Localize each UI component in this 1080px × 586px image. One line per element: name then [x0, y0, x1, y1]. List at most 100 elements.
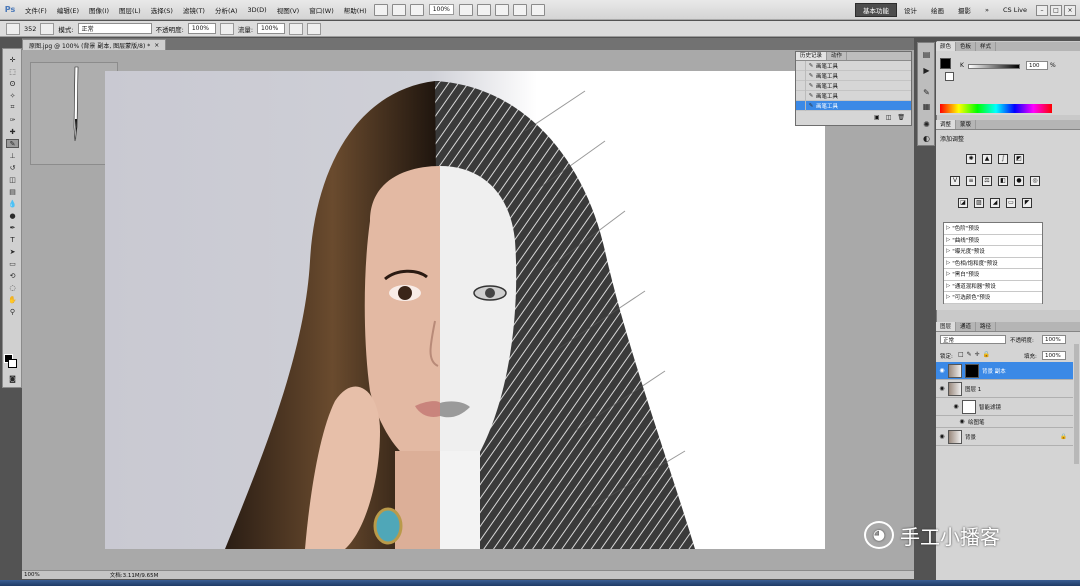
menu-filter[interactable]: 滤镜(T): [178, 5, 210, 15]
levels-icon[interactable]: ▲: [982, 154, 992, 164]
preset-item[interactable]: ▷ "曲线"预设: [944, 235, 1042, 246]
selective-color-icon[interactable]: ◤: [1022, 198, 1032, 208]
menu-select[interactable]: 选择(S): [146, 5, 178, 15]
menu-window[interactable]: 窗口(W): [304, 5, 339, 15]
eye-icon[interactable]: ◉: [956, 418, 968, 425]
invert-icon[interactable]: ◪: [958, 198, 968, 208]
blend-mode-select[interactable]: 正常: [940, 335, 1006, 344]
dodge-tool-icon[interactable]: ●: [6, 211, 19, 220]
preset-item[interactable]: ▷ "可选颜色"预设: [944, 292, 1042, 304]
history-brush-tool-icon[interactable]: ↺: [6, 163, 19, 172]
new-document-from-state-icon[interactable]: ▣: [874, 114, 880, 121]
cs-live-button[interactable]: CS Live: [996, 6, 1034, 14]
color-background-swatch[interactable]: [945, 72, 954, 81]
eye-icon[interactable]: ◉: [936, 385, 948, 392]
history-item-selected[interactable]: ✎ 画笔工具: [796, 100, 911, 111]
k-value-input[interactable]: 100: [1026, 61, 1048, 70]
airbrush-icon[interactable]: [289, 22, 304, 35]
brush-presets-dock-icon[interactable]: ▦: [921, 101, 932, 112]
zoom-select[interactable]: 100%: [428, 4, 454, 15]
vibrance-icon[interactable]: V: [950, 176, 960, 186]
history-item[interactable]: ✎ 画笔工具: [796, 60, 911, 71]
restore-icon[interactable]: □: [1050, 4, 1062, 16]
rotate-view-icon[interactable]: [494, 3, 509, 16]
workspace-photography[interactable]: 摄影: [951, 5, 978, 15]
3d-rotate-tool-icon[interactable]: ⟲: [6, 271, 19, 280]
layer-row-smart-filters[interactable]: ◉ 智能滤镜: [936, 398, 1073, 416]
tab-adjustments[interactable]: 调整: [936, 120, 957, 129]
lasso-tool-icon[interactable]: ʘ: [6, 79, 19, 88]
history-item[interactable]: ✎ 画笔工具: [796, 90, 911, 101]
brush-panel-toggle-icon[interactable]: [40, 22, 55, 35]
brush-dock-icon[interactable]: ✎: [921, 87, 932, 98]
move-tool-icon[interactable]: ✛: [6, 55, 19, 64]
layers-opacity-input[interactable]: 100%: [1042, 335, 1066, 344]
document-tab[interactable]: 原图.jpg @ 100% (背景 副本, 图层蒙版/8) * ×: [22, 39, 167, 50]
tab-history[interactable]: 历史记录: [796, 52, 828, 60]
eye-icon[interactable]: ◉: [936, 367, 948, 374]
tab-swatches[interactable]: 色板: [956, 42, 977, 51]
type-tool-icon[interactable]: T: [6, 235, 19, 244]
layer-mask-thumbnail[interactable]: [965, 363, 979, 378]
brightness-contrast-icon[interactable]: ✺: [966, 154, 976, 164]
screen-mode-icon[interactable]: [530, 3, 545, 16]
color-balance-icon[interactable]: ⚖: [982, 176, 992, 186]
preset-item[interactable]: ▷ "曝光度"预设: [944, 246, 1042, 258]
color-spectrum[interactable]: [940, 104, 1052, 113]
eye-icon[interactable]: ◉: [950, 403, 962, 410]
document-canvas-image[interactable]: [105, 71, 825, 549]
tab-paths[interactable]: 路径: [976, 322, 997, 331]
gradient-map-icon[interactable]: ▭: [1006, 198, 1016, 208]
flow-input[interactable]: 100%: [257, 23, 286, 34]
extras-icon[interactable]: [409, 3, 424, 16]
preset-item[interactable]: ▷ "色阶"预设: [944, 223, 1042, 235]
zoom-tool-icon[interactable]: ⚲: [6, 307, 19, 316]
menu-help[interactable]: 帮助(H): [339, 5, 372, 15]
mode-select[interactable]: 正常: [77, 23, 152, 34]
arrange-documents-icon[interactable]: [512, 3, 527, 16]
background-color-swatch[interactable]: [8, 359, 17, 368]
hue-saturation-icon[interactable]: ≡: [966, 176, 976, 186]
quick-select-tool-icon[interactable]: ✧: [6, 91, 19, 100]
layer-row-filter[interactable]: ◉ 绘图笔: [936, 416, 1073, 428]
gradient-tool-icon[interactable]: ▤: [6, 187, 19, 196]
brush-tool-icon[interactable]: ✎: [6, 139, 19, 148]
blur-tool-icon[interactable]: 💧: [6, 199, 19, 208]
adjustment-dock-icon[interactable]: ✺: [921, 119, 932, 130]
brush-tool-preset-icon[interactable]: [6, 22, 20, 35]
threshold-icon[interactable]: ◢: [990, 198, 1000, 208]
delete-state-icon[interactable]: 🗑: [897, 114, 905, 121]
tab-actions[interactable]: 动作: [827, 52, 848, 60]
workspace-essentials[interactable]: 基本功能: [855, 3, 897, 17]
preset-item[interactable]: ▷ "色相/饱和度"预设: [944, 258, 1042, 269]
layer-row[interactable]: ◉ 背景 🔒: [936, 428, 1073, 446]
tab-color[interactable]: 颜色: [936, 42, 957, 51]
tab-styles[interactable]: 样式: [976, 42, 997, 51]
path-selection-tool-icon[interactable]: ➤: [6, 247, 19, 256]
menu-file[interactable]: 文件(F): [20, 5, 52, 15]
menu-image[interactable]: 图像(I): [84, 5, 114, 15]
pressure-size-icon[interactable]: [307, 22, 322, 35]
document-tab-close-icon[interactable]: ×: [154, 42, 159, 49]
eye-icon[interactable]: ◉: [936, 433, 948, 440]
marquee-tool-icon[interactable]: ⬚: [6, 67, 19, 76]
black-white-icon[interactable]: ◧: [998, 176, 1008, 186]
history-item[interactable]: ✎ 画笔工具: [796, 70, 911, 81]
preset-item[interactable]: ▷ "黑白"预设: [944, 269, 1042, 281]
layers-scrollbar[interactable]: [1074, 344, 1079, 464]
new-snapshot-icon[interactable]: ◫: [886, 114, 892, 121]
k-slider[interactable]: [968, 64, 1020, 69]
opacity-input[interactable]: 100%: [187, 23, 216, 34]
minibridge-icon[interactable]: [391, 3, 406, 16]
pressure-opacity-icon[interactable]: [219, 22, 234, 35]
3d-orbit-tool-icon[interactable]: ◌: [6, 283, 19, 292]
shape-tool-icon[interactable]: ▭: [6, 259, 19, 268]
preset-item[interactable]: ▷ "通道混和器"预设: [944, 281, 1042, 292]
layer-row-selected[interactable]: ◉ 背景 副本: [936, 362, 1073, 380]
menu-edit[interactable]: 编辑(E): [52, 5, 84, 15]
layer-row[interactable]: ◉ 图层 1: [936, 380, 1073, 398]
hand-icon[interactable]: [458, 3, 473, 16]
quick-mask-icon[interactable]: ◙: [6, 374, 19, 383]
channel-mixer-icon[interactable]: ◎: [1030, 176, 1040, 186]
photo-filter-icon[interactable]: ●: [1014, 176, 1024, 186]
